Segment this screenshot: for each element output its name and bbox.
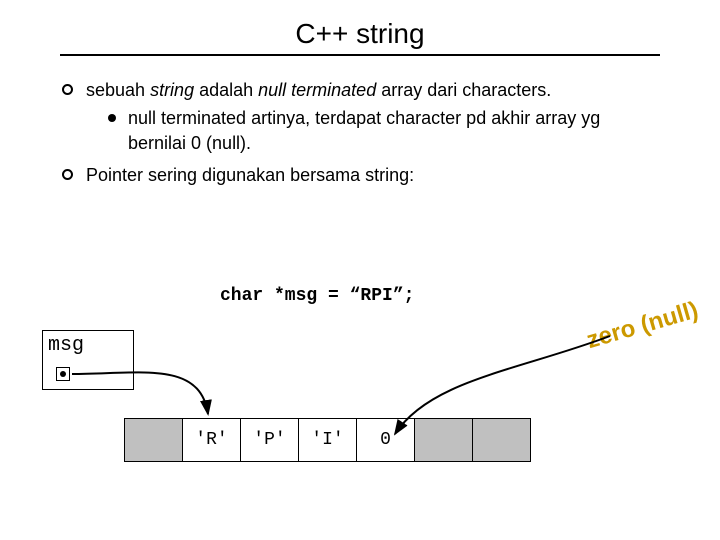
slide: C++ string sebuah string adalah null ter… bbox=[0, 0, 720, 540]
bullet-1-text-c: array dari characters. bbox=[376, 80, 551, 100]
array-cell-6 bbox=[472, 418, 531, 462]
sub-bullet-1: null terminated artinya, terdapat charac… bbox=[106, 106, 660, 155]
bullet-1-italic-1: string bbox=[150, 80, 194, 100]
bullet-2: Pointer sering digunakan bersama string: bbox=[60, 163, 660, 187]
msg-label: msg bbox=[48, 334, 84, 357]
sub-bullet-list: null terminated artinya, terdapat charac… bbox=[106, 106, 660, 155]
code-snippet: char *msg = “RPI”; bbox=[220, 286, 414, 306]
array-cell-1: 'R' bbox=[182, 418, 241, 462]
bullet-1: sebuah string adalah null terminated arr… bbox=[60, 78, 660, 155]
title-underline bbox=[60, 54, 660, 56]
array-cell-4: 0 bbox=[356, 418, 415, 462]
bullet-1-italic-2: null terminated bbox=[258, 80, 376, 100]
msg-pointer-dot bbox=[60, 371, 66, 377]
array-cell-2: 'P' bbox=[240, 418, 299, 462]
array-cell-3: 'I' bbox=[298, 418, 357, 462]
bullet-1-text-b: adalah bbox=[194, 80, 258, 100]
array-cell-5 bbox=[414, 418, 473, 462]
slide-title: C++ string bbox=[0, 0, 720, 50]
bullet-list: sebuah string adalah null terminated arr… bbox=[60, 78, 660, 187]
bullet-1-text-a: sebuah bbox=[86, 80, 150, 100]
array-cell-0 bbox=[124, 418, 183, 462]
slide-body: sebuah string adalah null terminated arr… bbox=[60, 78, 660, 187]
zero-null-annotation: zero (null) bbox=[584, 297, 702, 356]
char-array: 'R' 'P' 'I' 0 bbox=[125, 418, 531, 462]
